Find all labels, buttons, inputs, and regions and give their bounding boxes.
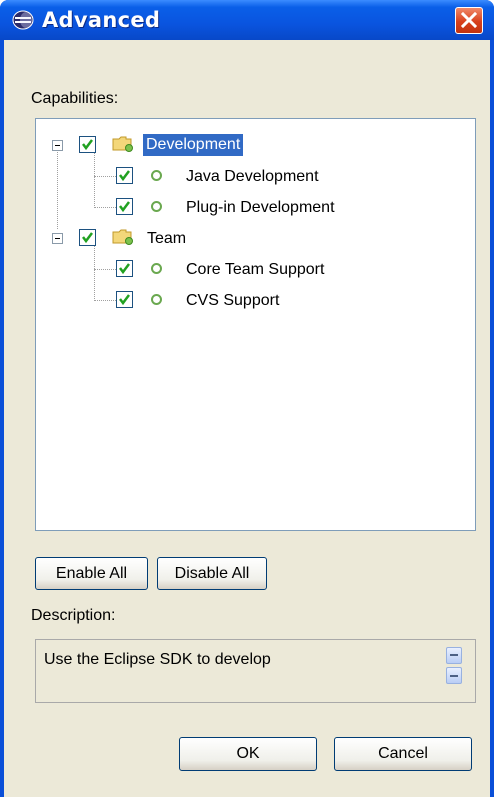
dialog-client-area: Capabilities: Development Java Developme… bbox=[4, 40, 490, 797]
capabilities-tree[interactable]: Development Java Development Plug-in Dev… bbox=[35, 118, 476, 531]
tree-item-label: Core Team Support bbox=[186, 261, 325, 278]
cancel-button[interactable]: Cancel bbox=[334, 737, 472, 771]
window-title: Advanced bbox=[42, 8, 161, 32]
description-box[interactable]: Use the Eclipse SDK to develop bbox=[35, 639, 476, 703]
tree-item-core-team-support[interactable]: Core Team Support bbox=[36, 256, 436, 282]
tree-item-cvs-support[interactable]: CVS Support bbox=[36, 287, 436, 313]
tree-item-development[interactable]: Development bbox=[36, 132, 436, 158]
capabilities-label: Capabilities: bbox=[31, 90, 119, 107]
dialog-window: Advanced Capabilities: Development Java … bbox=[0, 0, 494, 797]
tree-item-label: CVS Support bbox=[186, 292, 280, 309]
bullet-icon bbox=[151, 201, 162, 212]
tree-item-label: Team bbox=[147, 230, 187, 247]
scroll-up-button[interactable] bbox=[446, 647, 462, 664]
tree-item-label: Plug-in Development bbox=[186, 199, 335, 216]
core-team-support-checkbox[interactable] bbox=[116, 260, 133, 277]
ok-button[interactable]: OK bbox=[179, 737, 317, 771]
bullet-icon bbox=[151, 263, 162, 274]
folder-icon bbox=[112, 228, 134, 246]
cvs-support-checkbox[interactable] bbox=[116, 291, 133, 308]
description-text: Use the Eclipse SDK to develop bbox=[44, 651, 271, 668]
team-checkbox[interactable] bbox=[79, 229, 96, 246]
development-checkbox[interactable] bbox=[79, 136, 96, 153]
tree-item-label: Development bbox=[143, 134, 244, 156]
plugin-development-checkbox[interactable] bbox=[116, 198, 133, 215]
tree-item-java-development[interactable]: Java Development bbox=[36, 163, 436, 189]
close-button[interactable] bbox=[455, 7, 483, 34]
collapse-icon[interactable] bbox=[52, 233, 63, 244]
tree-item-plugin-development[interactable]: Plug-in Development bbox=[36, 194, 436, 220]
bullet-icon bbox=[151, 170, 162, 181]
enable-all-button[interactable]: Enable All bbox=[35, 557, 148, 590]
tree-item-team[interactable]: Team bbox=[36, 225, 436, 251]
bullet-icon bbox=[151, 294, 162, 305]
folder-icon bbox=[112, 135, 134, 153]
disable-all-button[interactable]: Disable All bbox=[157, 557, 267, 590]
description-label: Description: bbox=[31, 607, 116, 624]
java-development-checkbox[interactable] bbox=[116, 167, 133, 184]
scroll-down-button[interactable] bbox=[446, 667, 462, 684]
collapse-icon[interactable] bbox=[52, 140, 63, 151]
tree-item-label: Java Development bbox=[186, 168, 319, 185]
eclipse-icon bbox=[12, 10, 34, 30]
title-bar[interactable]: Advanced bbox=[0, 0, 494, 40]
